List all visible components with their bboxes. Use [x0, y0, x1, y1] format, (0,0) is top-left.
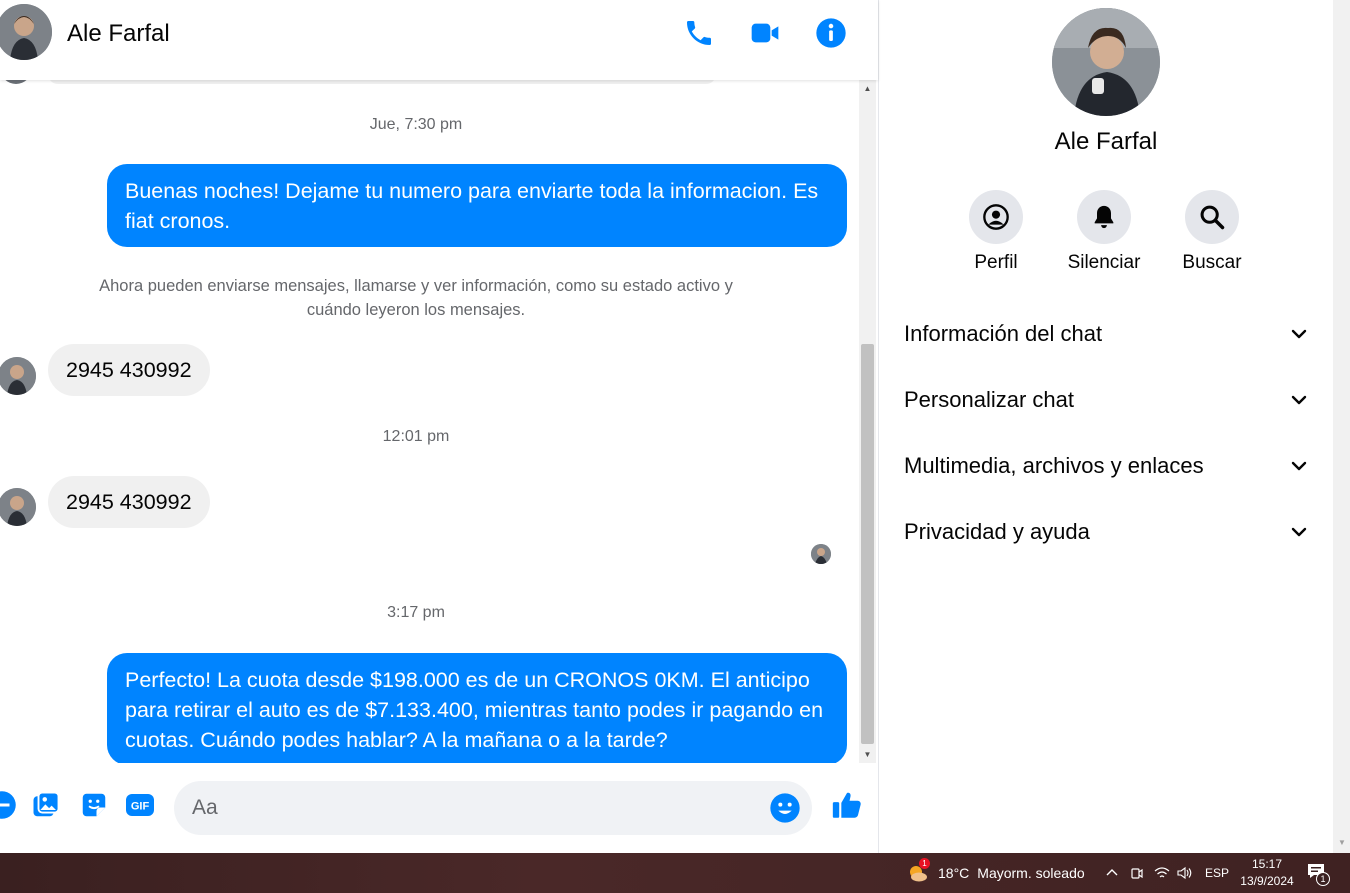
contact-name[interactable]: Ale Farfal: [67, 20, 170, 48]
previous-avatar: [0, 80, 32, 84]
emoji-icon[interactable]: [769, 792, 801, 824]
section-title: Multimedia, archivos y enlaces: [904, 453, 1204, 478]
weather-alert-badge: 1: [919, 858, 930, 869]
thumbs-up-icon[interactable]: [829, 787, 865, 823]
contact-avatar[interactable]: [0, 4, 52, 60]
section-customize-chat[interactable]: Personalizar chat: [904, 375, 1309, 425]
meet-icon[interactable]: [1130, 853, 1144, 893]
message-list[interactable]: Jue, 7:30 pm Buenas noches! Dejame tu nu…: [0, 80, 858, 763]
chevron-up-icon[interactable]: [1105, 853, 1119, 893]
incoming-message[interactable]: 2945 430992: [48, 476, 210, 528]
chevron-down-icon: [1291, 329, 1307, 339]
system-notice: Ahora pueden enviarse mensajes, llamarse…: [99, 277, 733, 319]
clock-date: 13/9/2024: [1240, 874, 1294, 888]
system-clock[interactable]: 15:17 13/9/2024: [1232, 856, 1302, 890]
section-title: Personalizar chat: [904, 387, 1074, 412]
section-chat-info[interactable]: Información del chat: [904, 309, 1309, 359]
profile-button[interactable]: Perfil: [946, 190, 1046, 274]
page-scrollbar[interactable]: ▼: [1333, 0, 1350, 853]
mute-button[interactable]: Silenciar: [1054, 190, 1154, 274]
weather-sun-cloud-icon: 1: [906, 858, 930, 885]
weather-description: Mayorm. soleado: [977, 865, 1085, 881]
chat-panel: Ale Farfal Jue, 7:30 pm Buenas noches! D…: [0, 0, 878, 853]
weather-widget[interactable]: 1 18°C Mayorm. soleado: [906, 853, 1085, 893]
incoming-message[interactable]: 2945 430992: [48, 344, 210, 396]
image-icon[interactable]: [30, 789, 62, 821]
search-label: Buscar: [1182, 252, 1242, 273]
weather-temp: 18°C: [938, 865, 970, 881]
scroll-thumb[interactable]: [861, 344, 874, 744]
chat-header: Ale Farfal: [0, 0, 878, 80]
info-icon[interactable]: [813, 15, 849, 51]
search-button[interactable]: Buscar: [1162, 190, 1262, 274]
sticker-icon[interactable]: [78, 789, 110, 821]
message-input[interactable]: [192, 781, 752, 835]
sender-avatar[interactable]: [0, 488, 36, 526]
timestamp: Jue, 7:30 pm: [369, 116, 463, 133]
chevron-down-icon: [1291, 461, 1307, 471]
previous-message-bubble: [48, 80, 716, 84]
notification-count: 1: [1316, 872, 1330, 886]
section-privacy-help[interactable]: Privacidad y ayuda: [904, 507, 1309, 557]
profile-icon: [969, 190, 1023, 244]
notification-center-icon[interactable]: 1: [1306, 853, 1330, 893]
message-composer: GIF: [0, 763, 878, 853]
search-icon: [1185, 190, 1239, 244]
chat-details-panel: Ale Farfal Perfil Silenciar Buscar Infor…: [879, 0, 1333, 853]
timestamp: 3:17 pm: [387, 604, 445, 621]
scroll-down-arrow[interactable]: ▼: [859, 746, 876, 763]
chevron-down-icon: [1291, 527, 1307, 537]
sender-avatar[interactable]: [0, 357, 36, 395]
section-title: Privacidad y ayuda: [904, 519, 1090, 544]
plus-icon[interactable]: [0, 789, 18, 821]
profile-name: Ale Farfal: [1054, 128, 1158, 155]
wifi-icon[interactable]: [1154, 853, 1170, 893]
read-receipt-avatar: [811, 544, 831, 564]
gif-icon[interactable]: GIF: [124, 789, 156, 821]
video-camera-icon[interactable]: [747, 15, 783, 51]
windows-taskbar: 1 18°C Mayorm. soleado ESP 15:17 13/9/20…: [0, 853, 1350, 893]
profile-label: Perfil: [974, 252, 1018, 273]
scroll-down-arrow[interactable]: ▼: [1338, 838, 1346, 847]
scroll-up-arrow[interactable]: ▲: [859, 80, 876, 97]
chevron-down-icon: [1291, 395, 1307, 405]
profile-avatar[interactable]: [1052, 8, 1160, 116]
timestamp: 12:01 pm: [382, 428, 450, 445]
section-title: Información del chat: [904, 321, 1103, 346]
svg-text:GIF: GIF: [131, 801, 150, 813]
phone-icon[interactable]: [681, 15, 717, 51]
message-scrollbar[interactable]: ▲ ▼: [859, 80, 876, 763]
volume-icon[interactable]: [1176, 853, 1192, 893]
outgoing-message[interactable]: Buenas noches! Dejame tu numero para env…: [107, 164, 847, 247]
mute-label: Silenciar: [1067, 252, 1141, 273]
clock-time: 15:17: [1251, 857, 1283, 871]
message-input-box[interactable]: [174, 781, 812, 835]
language-indicator[interactable]: ESP: [1205, 853, 1229, 893]
outgoing-message[interactable]: Perfecto! La cuota desde $198.000 es de …: [107, 653, 847, 763]
section-media-files-links[interactable]: Multimedia, archivos y enlaces: [904, 441, 1309, 491]
bell-icon: [1077, 190, 1131, 244]
